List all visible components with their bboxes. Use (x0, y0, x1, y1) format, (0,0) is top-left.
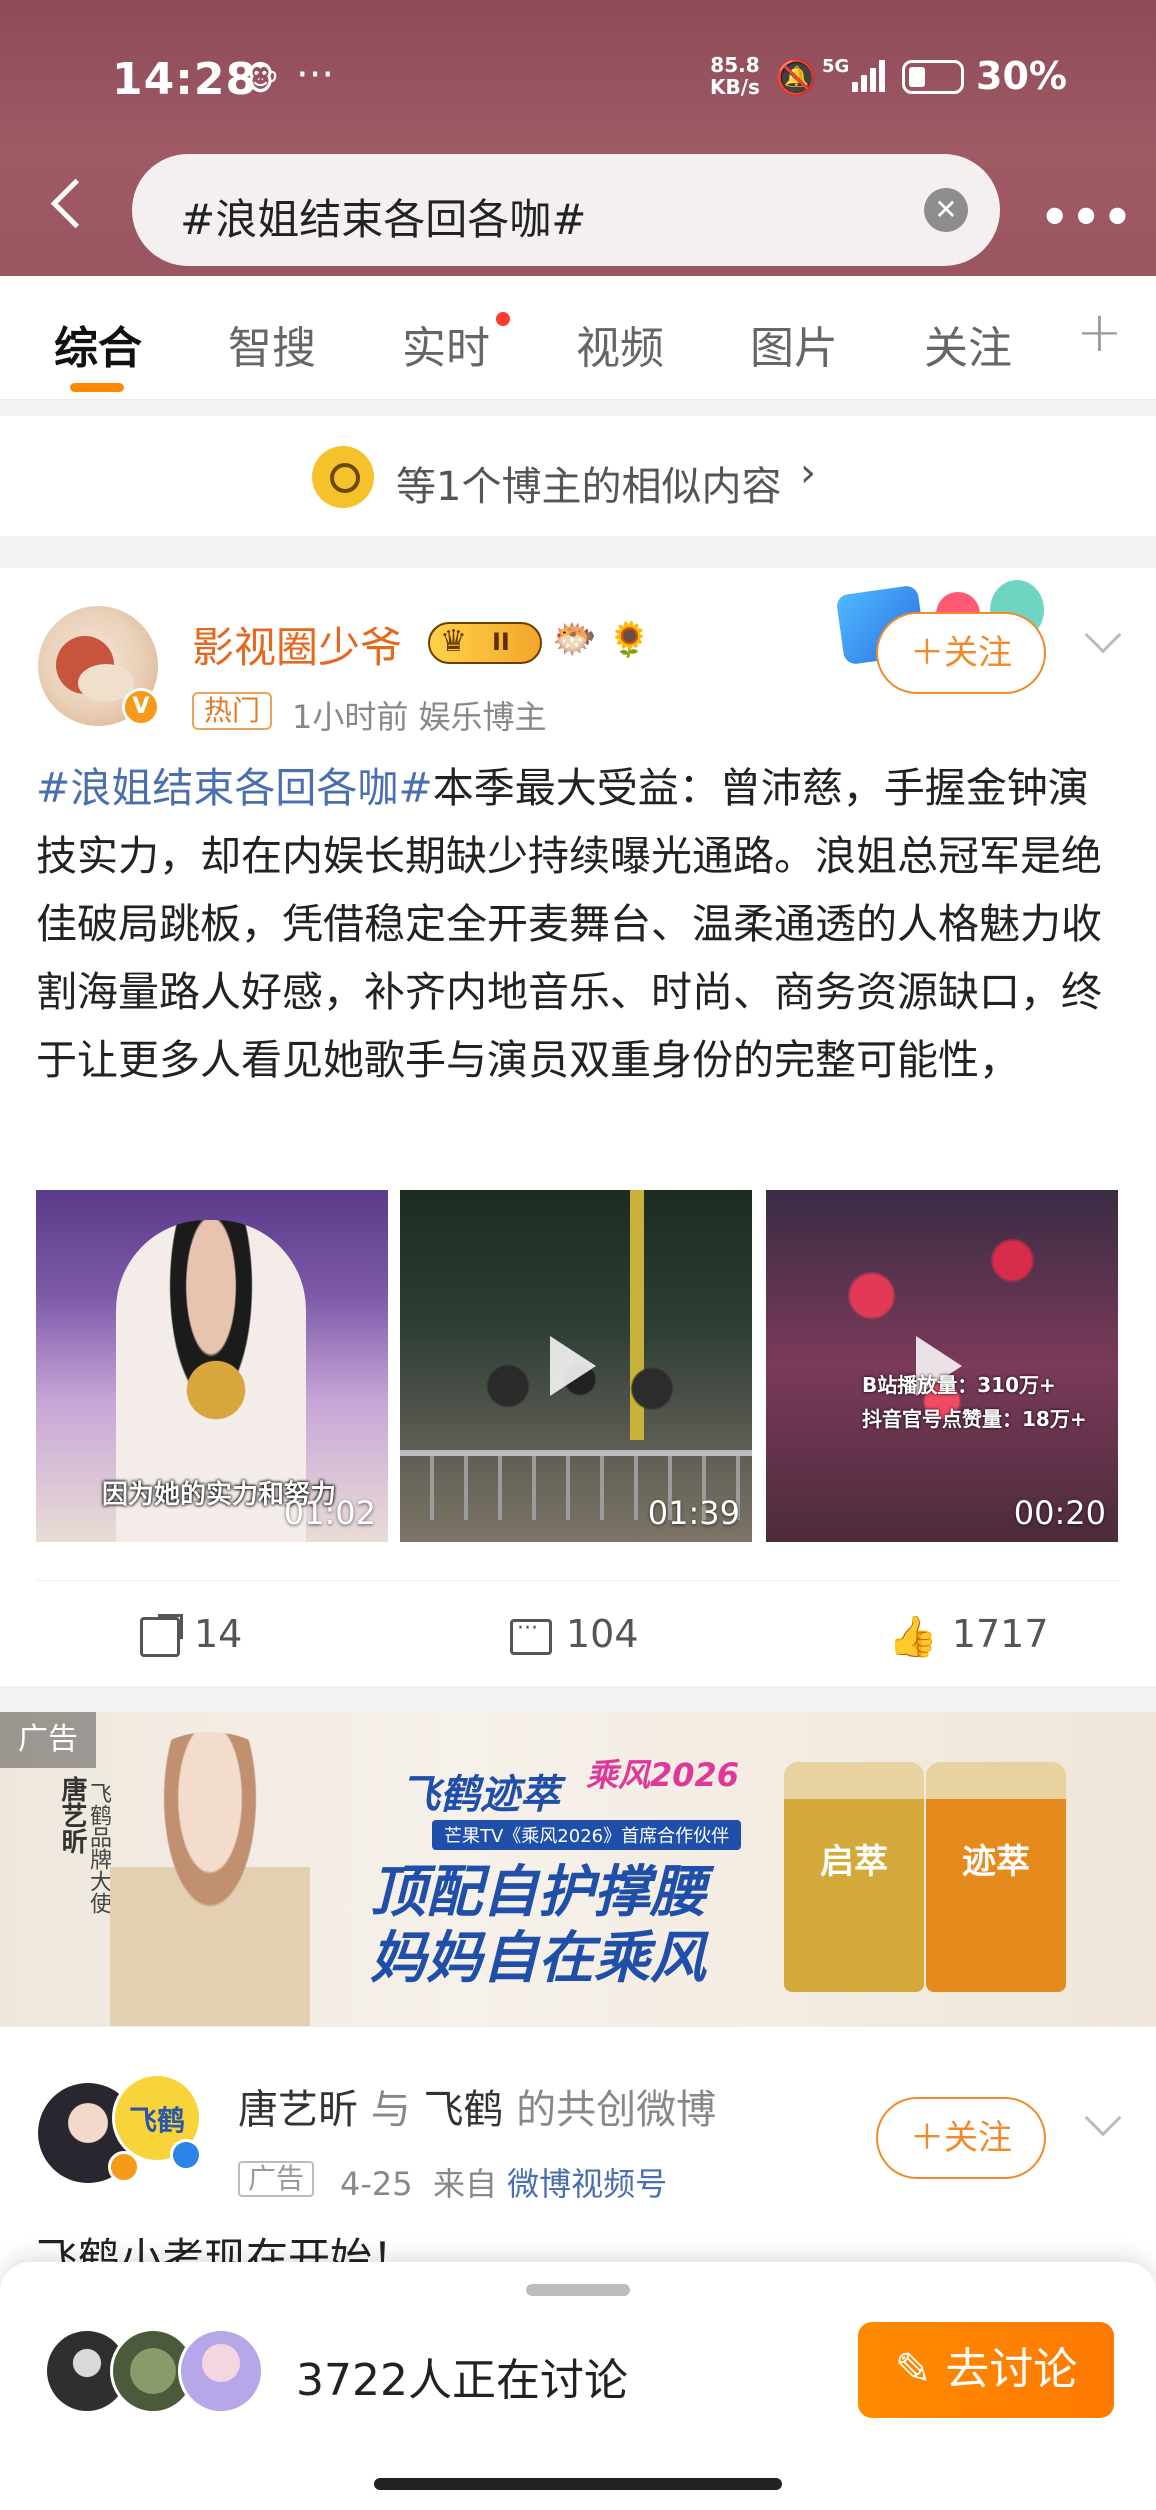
product-can-2: 迹萃 (926, 1762, 1066, 1992)
drag-handle[interactable] (526, 2284, 630, 2296)
like-button[interactable]: 👍 1717 (888, 1612, 1049, 1660)
discussion-sheet: 3722人正在讨论 ✎ 去讨论 (0, 2262, 1156, 2510)
ad-badge: 广告 (238, 2161, 315, 2197)
comment-button[interactable]: 104 (510, 1612, 639, 1656)
post-body: #浪姐结束各回各咖#本季最大受益：曾沛慈，手握金钟演技实力，却在内娱长期缺少持续… (36, 754, 1126, 1094)
search-query[interactable]: #浪姐结束各回各咖# (180, 186, 586, 247)
home-indicator[interactable] (374, 2478, 782, 2490)
back-button[interactable] (40, 176, 90, 236)
play-icon (550, 1336, 596, 1396)
add-tab-icon[interactable]: + (1076, 300, 1123, 365)
verified-badge-icon: V (122, 688, 160, 726)
search-tabs: 综合 智搜 实时 视频 图片 关注 + (0, 276, 1156, 400)
ad-slogan: 顶配自护撑腰 妈妈自在乘风 (370, 1860, 706, 1991)
battery-percent: 30% (976, 54, 1067, 98)
ad-label: 广告 (0, 1712, 96, 1768)
tab-video[interactable]: 视频 (576, 312, 664, 376)
thumbs-up-icon: 👍 (888, 1614, 938, 1660)
header: 14:28 🐵 ··· 85.8 KB/s 🔕 5G 30% #浪姐结束各回各咖… (0, 0, 1156, 276)
discuss-button[interactable]: ✎ 去讨论 (858, 2322, 1114, 2418)
mute-bell-icon: 🔕 (775, 58, 818, 98)
network-speed: 85.8 KB/s (710, 54, 760, 98)
signal-icon (852, 60, 888, 92)
similar-content-label: 等1个博主的相似内容 (396, 464, 782, 510)
tab-comprehensive[interactable]: 综合 (54, 312, 142, 376)
participant-avatar (178, 2328, 264, 2414)
video-stats-overlay: B站播放量：310万+ 抖音官号点赞量：18万+ (862, 1373, 1087, 1431)
discussion-count: 3722人正在讨论 (296, 2355, 628, 2406)
author-1[interactable]: 唐艺昕 (238, 2087, 358, 2133)
notification-icon: 🐵 (242, 60, 279, 98)
realtime-unread-dot (496, 312, 510, 326)
clear-search-icon[interactable]: ✕ (924, 188, 968, 232)
vip-level-badge: II (428, 622, 542, 664)
verified-badge-icon (108, 2151, 140, 2183)
author-2[interactable]: 飞鹤 (423, 2087, 503, 2133)
network-speed-value: 85.8 (710, 53, 760, 77)
ad-brand: 飞鹤迹萃 (400, 1772, 560, 1818)
search-bar[interactable]: #浪姐结束各回各咖# ✕ (132, 154, 1000, 266)
video-duration: 01:02 (283, 1494, 376, 1532)
share-count: 14 (194, 1612, 243, 1656)
video-duration: 01:39 (647, 1494, 740, 1532)
hot-badge: 热门 (192, 692, 273, 730)
status-bar: 14:28 🐵 ··· 85.8 KB/s 🔕 5G 30% (0, 40, 1156, 120)
share-icon (140, 1613, 183, 1657)
network-type: 5G (822, 56, 850, 77)
post-card: V 影视圈少爷 II 🐡 🌻 热门 1小时前 娱乐博主 ＋关注 #浪姐结束各回各… (0, 568, 1156, 1686)
more-options-icon[interactable]: ••• (1040, 190, 1134, 244)
chevron-down-icon[interactable] (1084, 2099, 1122, 2137)
source-link[interactable]: 微博视频号 (507, 2165, 667, 2203)
video-thumbnail-2[interactable]: 01:39 (400, 1190, 752, 1542)
battery-icon (902, 60, 964, 94)
tab-realtime[interactable]: 实时 (402, 312, 490, 376)
more-notifications-icon: ··· (296, 52, 335, 98)
clock: 14:28 (112, 54, 258, 105)
ad-banner[interactable]: 广告 唐艺昕 飞鹤品牌大使 飞鹤迹萃 乘风2026 芒果TV《乘风2026》首席… (0, 1712, 1156, 2026)
ad-campaign: 乘风2026 (586, 1756, 740, 1794)
comment-count: 104 (566, 1612, 639, 1656)
similar-content-icon (312, 446, 374, 508)
post-meta: 4-25 来自 微博视频号 (340, 2165, 668, 2203)
active-tab-indicator (70, 383, 124, 392)
tab-images[interactable]: 图片 (750, 312, 838, 376)
similar-content-row[interactable]: 等1个博主的相似内容 › (0, 416, 1156, 536)
co-author-title: 唐艺昕 与 飞鹤 的共创微博 (238, 2087, 717, 2133)
share-button[interactable]: 14 (140, 1612, 242, 1657)
follow-button[interactable]: ＋关注 (876, 2097, 1046, 2179)
chevron-right-icon: › (800, 450, 816, 496)
network-speed-unit: KB/s (710, 75, 760, 99)
tab-following[interactable]: 关注 (924, 312, 1012, 376)
video-thumbnail-3[interactable]: B站播放量：310万+ 抖音官号点赞量：18万+ 00:20 (766, 1190, 1118, 1542)
ad-sponsor-line: 芒果TV《乘风2026》首席合作伙伴 (432, 1820, 742, 1850)
sunflower-emoji-icon: 🌻 (608, 620, 651, 660)
like-count: 1717 (951, 1612, 1049, 1656)
product-can-1: 启萃 (784, 1762, 924, 1992)
post-meta: 1小时前 娱乐博主 (292, 698, 547, 736)
post-body-text: 本季最大受益：曾沛慈，手握金钟演技实力，却在内娱长期缺少持续曝光通路。浪姐总冠军… (36, 764, 1102, 1084)
tab-smart-search[interactable]: 智搜 (228, 312, 316, 376)
follow-button[interactable]: ＋关注 (876, 612, 1046, 694)
chevron-down-icon[interactable] (1084, 616, 1122, 654)
username[interactable]: 影视圈少爷 (192, 614, 402, 675)
comment-icon (510, 1616, 552, 1655)
divider (36, 1580, 1120, 1581)
ambassador-photo (110, 1732, 310, 2026)
fish-emoji-icon: 🐡 (552, 619, 597, 660)
blue-verified-badge-icon (170, 2139, 202, 2171)
video-thumbnail-1[interactable]: 因为她的实力和努力 01:02 (36, 1190, 388, 1542)
video-duration: 00:20 (1013, 1494, 1106, 1532)
vip-level-text: II (492, 628, 510, 656)
hashtag-link[interactable]: #浪姐结束各回各咖# (36, 764, 433, 812)
